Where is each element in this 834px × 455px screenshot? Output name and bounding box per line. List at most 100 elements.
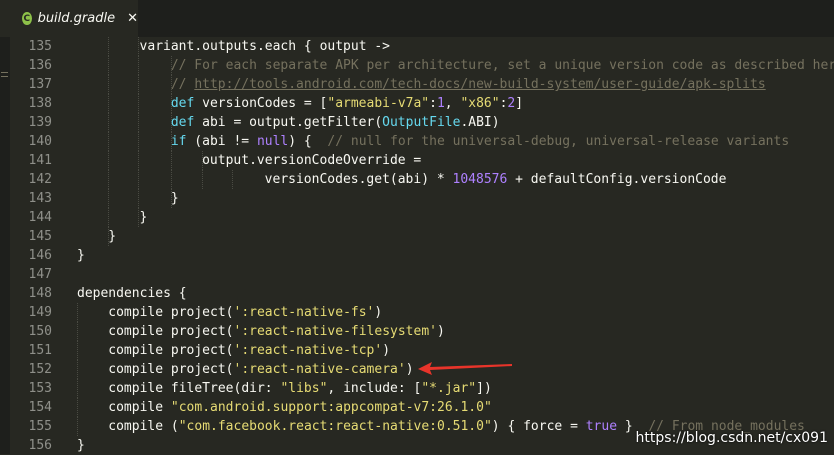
code-token: }: [108, 229, 117, 244]
indent-guide: [108, 132, 109, 151]
code-token: ): [374, 305, 383, 320]
line-number: 139: [28, 115, 52, 130]
indent-guide: [77, 322, 78, 341]
code-text: compile fileTree(dir: "libs", include: […: [108, 379, 492, 398]
code-token: "com.facebook.react:react-native:0.51.0": [178, 419, 492, 434]
indent-guide: [77, 303, 78, 322]
code-line[interactable]: 141 output.versionCodeOverride =: [10, 151, 834, 170]
code-token: http://tools.android.com/tech-docs/new-b…: [194, 77, 766, 92]
line-number: 156: [28, 438, 52, 453]
code-line[interactable]: 149 compile project(':react-native-fs'): [10, 303, 834, 322]
code-token: //: [170, 77, 195, 92]
code-line[interactable]: 150 compile project(':react-native-filesy…: [10, 322, 834, 341]
code-token: 1048576: [452, 172, 508, 187]
indent-guide: [77, 417, 78, 436]
indent-guide: [171, 151, 172, 170]
line-number: 135: [28, 39, 52, 54]
tab-bar: C build.gradle ✕: [0, 0, 834, 37]
close-icon[interactable]: ✕: [127, 11, 138, 26]
line-number: 145: [28, 229, 52, 244]
line-number: 148: [28, 286, 52, 301]
code-line[interactable]: 146}: [10, 246, 834, 265]
line-number: 136: [28, 58, 52, 73]
line-number: 141: [28, 153, 52, 168]
code-line[interactable]: 139 def abi = output.getFilter(OutputFile…: [10, 113, 834, 132]
code-line[interactable]: 144}: [10, 208, 834, 227]
code-editor[interactable]: 135 variant.outputs.each { output -> 136 //…: [10, 37, 834, 455]
code-line[interactable]: 136 // For each separate APK per architec…: [10, 56, 834, 75]
code-token: ): [437, 324, 445, 339]
indent-guide: [138, 56, 139, 75]
indent-guide: [77, 360, 78, 379]
indent-guide: [108, 94, 109, 113]
code-line[interactable]: 147: [10, 265, 834, 284]
code-token: output.versionCodeOverride =: [202, 153, 422, 168]
line-number: 138: [28, 96, 52, 111]
indent-guide: [108, 170, 109, 189]
code-token: true: [585, 419, 618, 434]
code-line[interactable]: 135 variant.outputs.each { output ->: [10, 37, 834, 56]
code-token: compile fileTree(dir:: [108, 381, 281, 396]
code-token: }: [139, 210, 148, 225]
code-line[interactable]: 142 versionCodes.get(abi) * 1048576 + def…: [10, 170, 834, 189]
indent-guide: [171, 170, 172, 189]
code-token: "x86": [460, 96, 500, 111]
code-text: compile "com.android.support:appcompat-v…: [108, 398, 492, 417]
code-token: compile project(: [108, 362, 234, 377]
indent-guide: [108, 37, 109, 56]
code-text: variant.outputs.each { output ->: [140, 37, 390, 56]
code-token: compile: [108, 400, 171, 415]
code-token: ]: [515, 96, 524, 111]
code-token: ':react-native-fs': [233, 305, 375, 320]
indent-guide: [77, 341, 78, 360]
line-number: 147: [28, 267, 52, 282]
indent-guide: [108, 56, 109, 75]
indent-guide: [232, 170, 233, 189]
code-text: compile project(':react-native-camera'): [108, 360, 413, 379]
code-line[interactable]: 145}: [10, 227, 834, 246]
code-token: .ABI): [460, 115, 500, 130]
indent-guide: [108, 189, 109, 208]
code-token: // null for the universal-debug, univers…: [327, 134, 790, 149]
code-token: ]): [476, 381, 492, 396]
line-number: 152: [28, 362, 52, 377]
indent-guide: [138, 75, 139, 94]
indent-guide: [138, 170, 139, 189]
indent-guide: [138, 113, 139, 132]
code-line[interactable]: 140 if (abi != null) { // null for the un…: [10, 132, 834, 151]
code-line[interactable]: 138 def versionCodes = ["armeabi-v7a":1, …: [10, 94, 834, 113]
side-gutter: [0, 37, 10, 454]
code-token: null: [256, 134, 289, 149]
code-token: ':react-native-filesystem': [233, 324, 438, 339]
line-number: 149: [28, 305, 52, 320]
code-token: :: [429, 96, 437, 111]
code-token: compile (: [108, 419, 179, 434]
code-line[interactable]: 143}: [10, 189, 834, 208]
code-text: // For each separate APK per architectur…: [171, 56, 834, 75]
code-token: "*.jar": [421, 381, 477, 396]
code-text: }: [140, 208, 148, 227]
code-line[interactable]: 153 compile fileTree(dir: "libs", include…: [10, 379, 834, 398]
code-line[interactable]: 151 compile project(':react-native-tcp'): [10, 341, 834, 360]
indent-guide: [138, 151, 139, 170]
line-number: 151: [28, 343, 52, 358]
code-text: }: [171, 189, 179, 208]
code-line[interactable]: 148 dependencies {: [10, 284, 834, 303]
code-text: def abi = output.getFilter(OutputFile.AB…: [171, 113, 500, 132]
code-token: compile project(: [108, 305, 234, 320]
code-token: def: [170, 96, 195, 111]
code-token: + defaultConfig.versionCode: [507, 172, 727, 187]
code-line[interactable]: 154 compile "com.android.support:appcompa…: [10, 398, 834, 417]
code-token: versionCodes = [: [194, 96, 328, 111]
code-token: "libs": [280, 381, 328, 396]
code-token: OutputFile: [382, 115, 461, 130]
code-text: }: [77, 436, 85, 455]
code-line[interactable]: 137 // http://tools.android.com/tech-docs…: [10, 75, 834, 94]
code-token: versionCodes.get(abi) *: [264, 172, 453, 187]
tab-build-gradle[interactable]: C build.gradle ✕: [0, 0, 138, 37]
line-number: 153: [28, 381, 52, 396]
code-token: if: [170, 134, 187, 149]
code-token: output: [319, 39, 367, 54]
indent-guide: [77, 379, 78, 398]
line-number: 137: [28, 77, 52, 92]
